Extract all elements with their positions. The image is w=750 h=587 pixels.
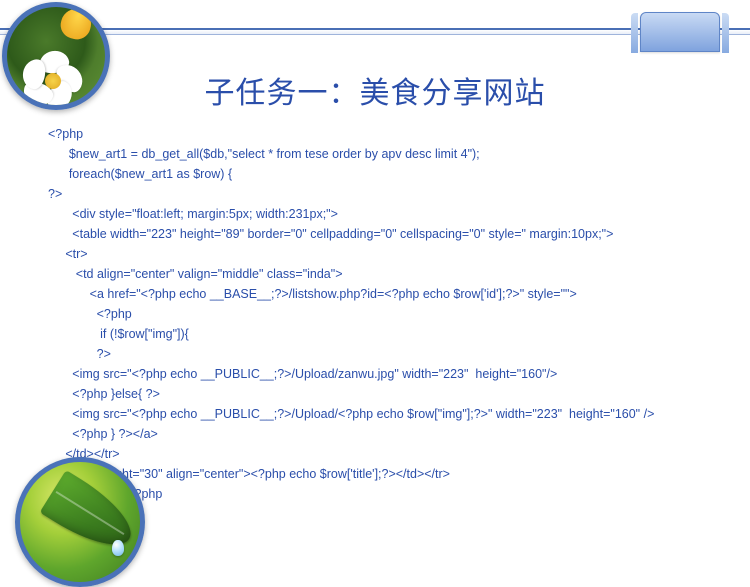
leaf-decoration-bottom xyxy=(15,457,145,587)
slide-tab-decoration xyxy=(640,12,720,52)
slide-title: 子任务一：美食分享网站 xyxy=(0,68,750,112)
php-code-block: <?php $new_art1 = db_get_all($db,"select… xyxy=(48,124,710,544)
